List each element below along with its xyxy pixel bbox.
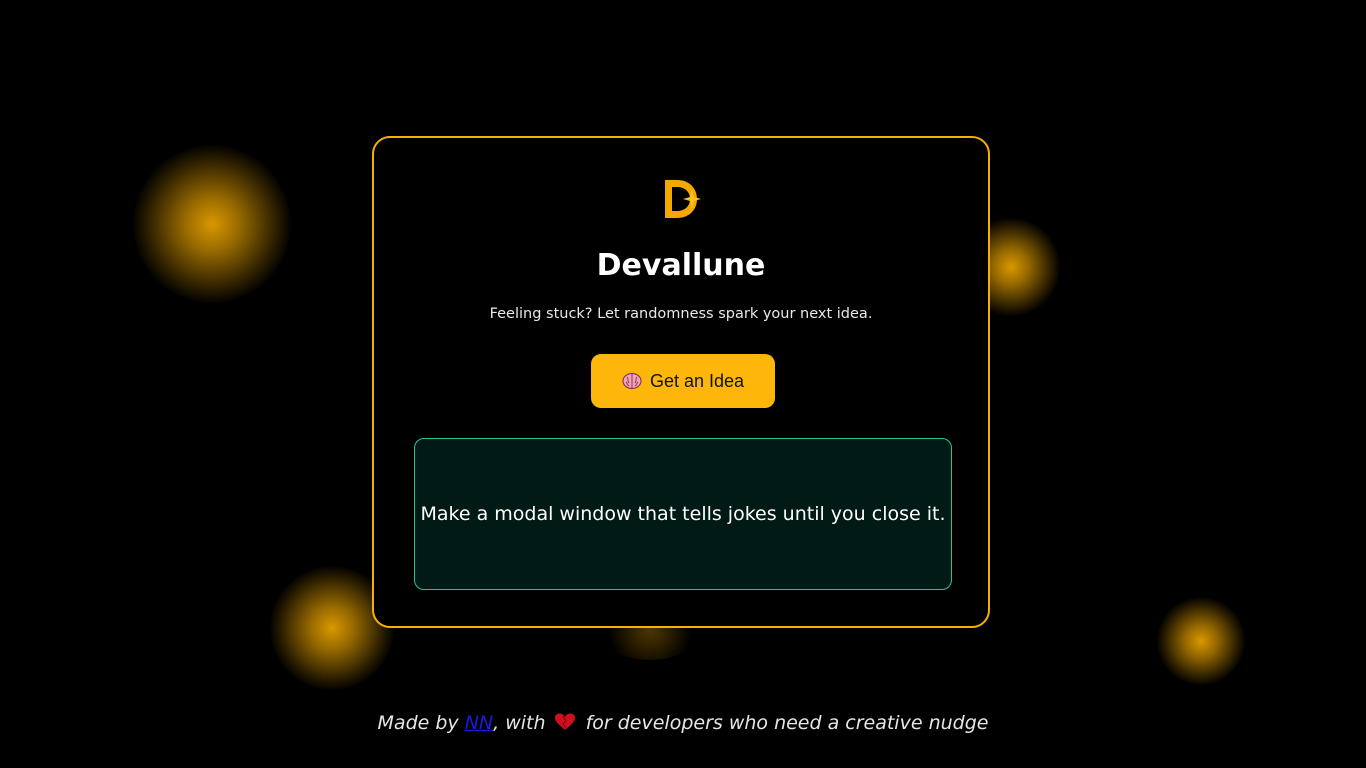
glow-orb <box>133 145 291 303</box>
page-background: Devallune Feeling stuck? Let randomness … <box>0 0 1366 768</box>
footer: Made by NN, with for developers who need… <box>0 712 1366 734</box>
get-idea-button[interactable]: Get an Idea <box>591 354 775 408</box>
get-idea-button-label: Get an Idea <box>649 370 745 391</box>
footer-prefix: Made by <box>377 712 465 734</box>
footer-middle: , with <box>493 712 546 734</box>
brain-icon <box>622 372 642 390</box>
glow-orb <box>1157 597 1245 685</box>
page-title: Devallune <box>596 248 766 283</box>
d-star-logo-icon <box>665 180 701 218</box>
footer-suffix: for developers who need a creative nudge <box>579 712 989 734</box>
idea-display: Make a modal window that tells jokes unt… <box>414 438 952 590</box>
heart-icon <box>554 713 575 730</box>
idea-text: Make a modal window that tells jokes unt… <box>420 503 946 525</box>
author-link[interactable]: NN <box>465 712 493 734</box>
idea-card: Devallune Feeling stuck? Let randomness … <box>372 136 990 628</box>
tagline: Feeling stuck? Let randomness spark your… <box>489 306 873 322</box>
